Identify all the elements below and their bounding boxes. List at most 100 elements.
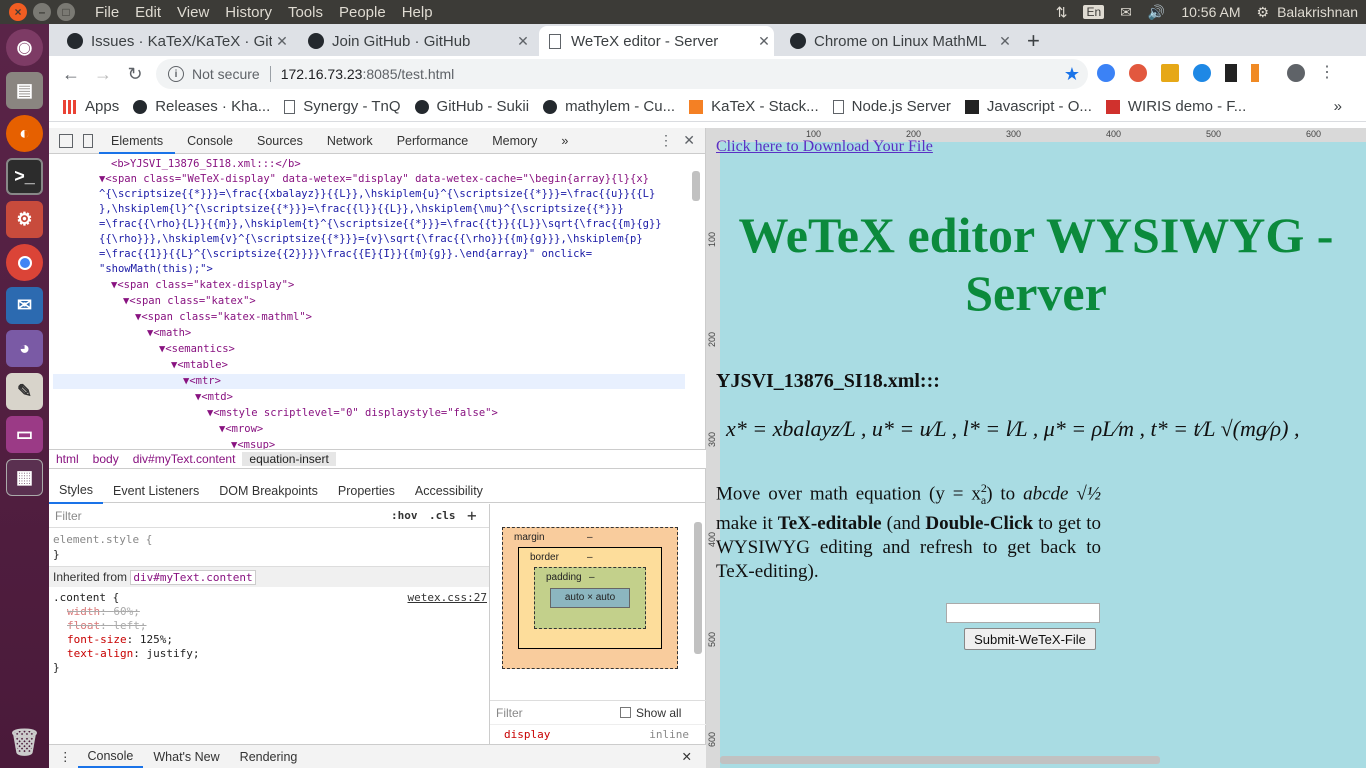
- bookmark-item[interactable]: WIRIS demo - F...: [1105, 98, 1246, 115]
- download-link[interactable]: Click here to Download Your File: [716, 138, 933, 156]
- extension-icon[interactable]: [1251, 64, 1259, 82]
- drawer-tab-whats-new[interactable]: What's New: [143, 750, 229, 764]
- box-content[interactable]: auto × auto: [550, 588, 630, 608]
- close-icon[interactable]: ✕: [683, 132, 695, 149]
- math-equation[interactable]: x* = xbalayz⁄L , u* = u⁄L , l* = l⁄L , μ…: [726, 416, 1299, 442]
- drawer-tab-console[interactable]: Console: [77, 746, 144, 768]
- rule-prop[interactable]: float: left;: [53, 619, 485, 633]
- window-close-icon[interactable]: ×: [9, 3, 27, 21]
- computed-filter-input[interactable]: Filter: [496, 706, 523, 720]
- crumb-div[interactable]: div#myText.content: [126, 452, 243, 466]
- rule-source-link[interactable]: wetex.css:27: [408, 591, 487, 605]
- window-maximize-icon[interactable]: □: [57, 3, 75, 21]
- submit-wetex-file-button[interactable]: Submit-WeTeX-File: [964, 628, 1096, 650]
- inline-math[interactable]: abcde √½: [1023, 483, 1101, 504]
- ubuntu-dash-icon[interactable]: ◉: [6, 29, 43, 66]
- network-arrows-icon[interactable]: ⇅: [1056, 4, 1068, 21]
- inspect-element-icon[interactable]: [59, 133, 73, 148]
- bookmarks-overflow-button[interactable]: »: [1334, 98, 1342, 115]
- tab-performance[interactable]: Performance: [385, 128, 481, 154]
- tab-wetex-editor[interactable]: WeTeX editor - Server ✕: [539, 26, 774, 56]
- mail-icon[interactable]: ✉: [1120, 4, 1132, 21]
- hov-toggle[interactable]: :hov: [391, 509, 418, 522]
- bookmark-item[interactable]: Synergy - TnQ: [284, 98, 401, 115]
- terminal-icon[interactable]: >_: [6, 158, 43, 195]
- code-line[interactable]: ▼<mtd>: [195, 391, 233, 403]
- extension-icon[interactable]: [1129, 64, 1147, 82]
- code-line[interactable]: ▼<span class="katex-display">: [111, 279, 294, 291]
- code-line[interactable]: ▼<mrow>: [219, 423, 263, 435]
- menu-help[interactable]: Help: [394, 4, 441, 21]
- bookmark-item[interactable]: mathylem - Cu...: [543, 98, 675, 115]
- extension-icon[interactable]: [1161, 64, 1179, 82]
- device-toolbar-icon[interactable]: [83, 133, 93, 148]
- gear-icon[interactable]: ⚙: [1257, 4, 1270, 21]
- menu-people[interactable]: People: [331, 4, 394, 21]
- close-icon[interactable]: ✕: [672, 749, 702, 764]
- bookmark-item[interactable]: GitHub - Sukii: [414, 98, 529, 115]
- trash-icon[interactable]: 🗑: [6, 724, 43, 761]
- tab-dom-breakpoints[interactable]: DOM Breakpoints: [209, 479, 328, 503]
- tab-chrome-mathml[interactable]: Chrome on Linux MathML ✕: [780, 26, 1015, 56]
- box-border[interactable]: border – padding – auto × auto: [518, 547, 662, 649]
- account-icon[interactable]: [1287, 64, 1305, 82]
- bookmark-item[interactable]: KaTeX - Stack...: [689, 98, 819, 115]
- add-rule-icon[interactable]: +: [467, 506, 477, 525]
- rule-prop[interactable]: text-align: justify;: [53, 647, 485, 661]
- close-icon[interactable]: ✕: [754, 33, 774, 50]
- bookmark-apps[interactable]: Apps: [63, 98, 119, 115]
- menu-history[interactable]: History: [217, 4, 280, 21]
- crumb-body[interactable]: body: [86, 452, 126, 466]
- close-icon[interactable]: ✕: [995, 33, 1015, 50]
- box-margin[interactable]: margin – border – padding – auto × auto: [502, 527, 678, 669]
- tab-styles[interactable]: Styles: [49, 478, 104, 504]
- keyboard-language-indicator[interactable]: En: [1083, 5, 1105, 19]
- more-tabs-button[interactable]: »: [549, 128, 580, 154]
- reload-icon[interactable]: ↻: [119, 64, 151, 85]
- tab-elements[interactable]: Elements: [99, 128, 176, 154]
- clock[interactable]: 10:56 AM: [1181, 4, 1240, 20]
- menu-edit[interactable]: Edit: [127, 4, 169, 21]
- chrome-icon[interactable]: [6, 244, 43, 281]
- devtools-menu-icon[interactable]: ⋮: [659, 132, 673, 149]
- thunderbird-icon[interactable]: ✉: [6, 287, 43, 324]
- box-padding[interactable]: padding – auto × auto: [534, 567, 646, 629]
- app-window-icon[interactable]: ▭: [6, 416, 43, 453]
- user-name[interactable]: Balakrishnan: [1277, 4, 1358, 20]
- styles-filter-input[interactable]: Filter: [55, 509, 82, 523]
- tab-event-listeners[interactable]: Event Listeners: [103, 479, 209, 503]
- back-arrow-icon[interactable]: ←: [55, 64, 87, 85]
- bookmark-star-icon[interactable]: ★: [1064, 64, 1080, 85]
- show-all-checkbox[interactable]: [620, 707, 631, 718]
- files-icon[interactable]: ▤: [6, 72, 43, 109]
- computed-row[interactable]: display inline: [490, 724, 707, 744]
- rule-prop[interactable]: width: 60%;: [53, 605, 485, 619]
- close-icon[interactable]: ✕: [513, 33, 533, 50]
- tab-network[interactable]: Network: [315, 128, 385, 154]
- code-line[interactable]: ▼<mtable>: [171, 359, 228, 371]
- tab-accessibility[interactable]: Accessibility: [405, 479, 493, 503]
- info-icon[interactable]: i: [168, 66, 184, 82]
- horizontal-scrollbar[interactable]: [720, 756, 1160, 764]
- bookmark-item[interactable]: Node.js Server: [832, 98, 951, 115]
- tab-properties[interactable]: Properties: [328, 479, 405, 503]
- pidgin-icon[interactable]: ◕: [6, 330, 43, 367]
- rule-prop[interactable]: font-size: 125%;: [53, 633, 485, 647]
- menu-kebab-icon[interactable]: ⋮: [1319, 64, 1337, 82]
- inherited-selector-link[interactable]: div#myText.content: [130, 570, 256, 585]
- tab-console[interactable]: Console: [175, 128, 245, 154]
- new-tab-button[interactable]: +: [1027, 28, 1040, 54]
- bookmark-item[interactable]: Releases · Kha...: [133, 98, 270, 115]
- bookmark-item[interactable]: Javascript - O...: [964, 98, 1092, 115]
- menu-file[interactable]: File: [87, 4, 127, 21]
- volume-icon[interactable]: 🔊: [1148, 4, 1165, 21]
- forward-arrow-icon[interactable]: →: [87, 64, 119, 85]
- crumb-html[interactable]: html: [49, 452, 86, 466]
- extension-icon[interactable]: [1193, 64, 1211, 82]
- menu-view[interactable]: View: [169, 4, 217, 21]
- crumb-equation-insert[interactable]: equation-insert: [242, 452, 336, 466]
- scrollbar[interactable]: [694, 522, 702, 654]
- text-editor-icon[interactable]: ✎: [6, 373, 43, 410]
- window-minimize-icon[interactable]: –: [33, 3, 51, 21]
- address-bar[interactable]: i Not secure 172.16.73.23 :8085/test.htm…: [156, 59, 1088, 89]
